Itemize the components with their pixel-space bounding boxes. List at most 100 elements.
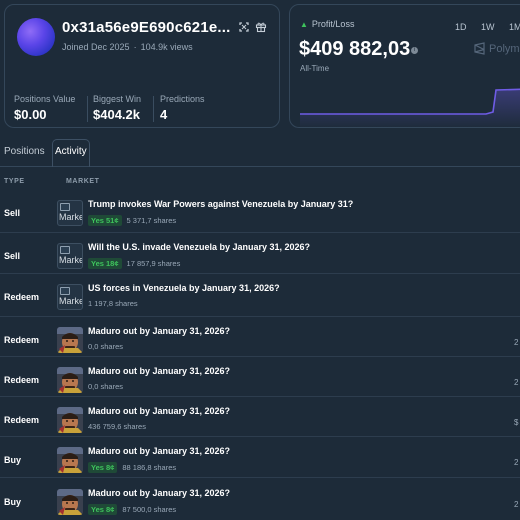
expand-icon[interactable] — [238, 21, 250, 33]
stat-label: Predictions — [160, 94, 205, 104]
polymarket-icon — [474, 42, 485, 55]
timeframe-1w[interactable]: 1W — [481, 22, 495, 32]
trade-details: 436 759,6 shares — [88, 422, 146, 431]
pnl-line — [300, 88, 520, 115]
stat-positions-value: Positions Value $0.00 — [14, 94, 75, 122]
pnl-card: ▲ Profit/Loss $409 882,03 i All-Time 1D 1… — [289, 4, 520, 128]
row-divider — [0, 396, 520, 397]
profile-card: 0x31a56e9E690c621e... Joined Dec 2025 · 10… — [4, 4, 280, 128]
market-title[interactable]: Maduro out by January 31, 2026? — [88, 366, 230, 376]
market-title[interactable]: Maduro out by January 31, 2026? — [88, 446, 230, 456]
share-count: 436 759,6 shares — [88, 422, 146, 431]
market-thumbnail[interactable] — [57, 447, 83, 473]
market-thumbnail[interactable]: Market — [57, 284, 83, 310]
amount-clipped: 2 — [514, 500, 519, 509]
row-divider — [0, 232, 520, 233]
timeframe-1m[interactable]: 1M — [509, 22, 520, 32]
share-count: 88 186,8 shares — [122, 463, 177, 472]
wallet-address: 0x31a56e9E690c621e... — [62, 19, 231, 36]
trade-details: Yes 18¢ 17 857,9 shares — [88, 258, 180, 269]
amount-clipped: 2 — [514, 338, 519, 347]
pnl-label: ▲ Profit/Loss — [300, 19, 355, 29]
stat-value: $404.2k — [93, 107, 140, 122]
trade-details: 0,0 shares — [88, 342, 123, 351]
gift-icon[interactable] — [255, 21, 267, 33]
pnl-area — [300, 89, 520, 127]
stat-value: 4 — [160, 107, 168, 122]
broken-image-icon — [60, 287, 70, 295]
share-count: 1 197,8 shares — [88, 299, 138, 308]
activity-row[interactable]: Redeem Maduro out by January 31, 2026? 436… — [0, 398, 520, 438]
stat-label: Biggest Win — [93, 94, 142, 104]
market-title[interactable]: US forces in Venezuela by January 31, 20… — [88, 283, 280, 293]
tab-bar: Positions Activity — [0, 136, 520, 167]
polymarket-logo: Polym — [473, 42, 520, 55]
trend-up-icon: ▲ — [300, 20, 308, 29]
market-title[interactable]: Trump invokes War Powers against Venezue… — [88, 199, 353, 209]
market-thumbnail[interactable] — [57, 489, 83, 515]
activity-row[interactable]: Redeem Maduro out by January 31, 2026? 0,0… — [0, 318, 520, 358]
timeframe-1d[interactable]: 1D — [455, 22, 467, 32]
activity-type: Redeem — [4, 375, 40, 385]
stat-divider — [87, 96, 88, 122]
row-divider — [0, 356, 520, 357]
amount-clipped: 2 — [514, 378, 519, 387]
activity-type: Redeem — [4, 292, 40, 302]
joined-date: Joined Dec 2025 — [62, 42, 130, 52]
stat-label: Positions Value — [14, 94, 76, 104]
pnl-value: $409 882,03 — [299, 38, 411, 60]
tab-activity[interactable]: Activity — [52, 139, 90, 167]
market-thumbnail[interactable]: Market — [57, 243, 83, 269]
trade-details: Yes 8¢ 87 500,0 shares — [88, 504, 176, 515]
share-count: 0,0 shares — [88, 342, 124, 351]
thumbnail-alt-text: Market — [59, 296, 82, 306]
market-thumbnail[interactable]: Market — [57, 200, 83, 226]
column-type: TYPE — [4, 178, 25, 185]
activity-type: Sell — [4, 251, 21, 261]
activity-row[interactable]: Buy Maduro out by January 31, 2026? Yes 8¢… — [0, 438, 520, 478]
activity-row[interactable]: Sell Market Trump invokes War Powers again… — [0, 191, 520, 231]
outcome-badge: Yes 18¢ — [88, 258, 122, 269]
amount-clipped: $ — [514, 418, 519, 427]
view-count: 104.9k views — [140, 42, 193, 52]
row-divider — [0, 436, 520, 437]
profile-meta: Joined Dec 2025 · 104.9k views — [62, 42, 193, 52]
activity-type: Buy — [4, 497, 22, 507]
trade-details: Yes 8¢ 88 186,8 shares — [88, 462, 176, 473]
stat-biggest-win: Biggest Win $404.2k — [93, 94, 141, 122]
market-title[interactable]: Will the U.S. invade Venezuela by Januar… — [88, 242, 310, 252]
share-count: 17 857,9 shares — [126, 259, 181, 268]
market-thumbnail[interactable] — [57, 367, 83, 393]
thumbnail-alt-text: Market — [59, 212, 82, 222]
activity-row[interactable]: Redeem Maduro out by January 31, 2026? 0,0… — [0, 358, 520, 398]
activity-row[interactable]: Redeem Market US forces in Venezuela by Ja… — [0, 275, 520, 315]
market-thumbnail[interactable] — [57, 327, 83, 353]
info-icon[interactable]: i — [411, 47, 418, 54]
tab-positions[interactable]: Positions — [4, 146, 45, 157]
market-title[interactable]: Maduro out by January 31, 2026? — [88, 326, 230, 336]
broken-image-icon — [60, 246, 70, 254]
activity-type: Redeem — [4, 335, 40, 345]
broken-image-icon — [60, 203, 70, 211]
activity-row[interactable]: Buy Maduro out by January 31, 2026? Yes 8¢… — [0, 480, 520, 520]
outcome-badge: Yes 51¢ — [88, 215, 122, 226]
stat-predictions: Predictions 4 — [160, 94, 205, 122]
market-title[interactable]: Maduro out by January 31, 2026? — [88, 406, 230, 416]
trade-details: 0,0 shares — [88, 382, 123, 391]
activity-row[interactable]: Sell Market Will the U.S. invade Venezuela… — [0, 234, 520, 274]
outcome-badge: Yes 8¢ — [88, 462, 118, 473]
row-divider — [0, 316, 520, 317]
trade-details: Yes 51¢ 5 371,7 shares — [88, 215, 176, 226]
share-count: 87 500,0 shares — [122, 505, 177, 514]
outcome-badge: Yes 8¢ — [88, 504, 118, 515]
amount-clipped: 2 — [514, 458, 519, 467]
share-count: 0,0 shares — [88, 382, 124, 391]
trade-details: 1 197,8 shares — [88, 299, 138, 308]
stat-value: $0.00 — [14, 107, 47, 122]
row-divider — [0, 273, 520, 274]
pnl-sparkline — [300, 88, 520, 127]
market-thumbnail[interactable] — [57, 407, 83, 433]
avatar — [17, 18, 55, 56]
market-title[interactable]: Maduro out by January 31, 2026? — [88, 488, 230, 498]
row-divider — [0, 477, 520, 478]
